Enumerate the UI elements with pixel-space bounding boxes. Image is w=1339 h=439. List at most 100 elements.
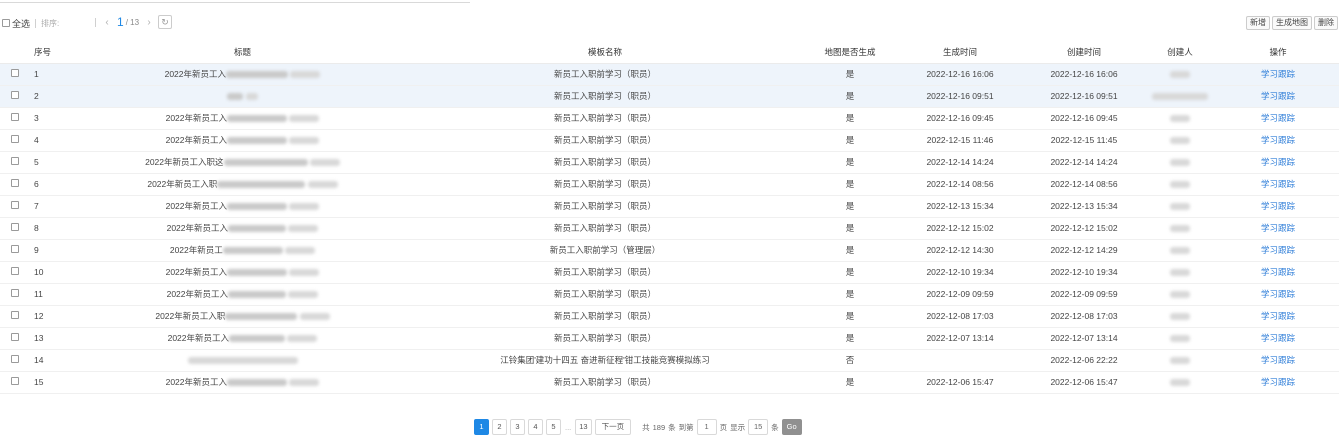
study-tracking-link[interactable]: 学习跟踪 [1217,85,1339,108]
next-page-icon[interactable]: › [143,17,155,28]
row-map-generated: 是 [805,195,895,218]
study-tracking-link[interactable]: 学习跟踪 [1217,327,1339,350]
row-checkbox[interactable] [11,113,19,121]
row-number: 7 [30,195,80,218]
goto-page-input[interactable]: 1 [696,419,717,435]
row-title-cell[interactable]: 2022年新员工入 [80,283,405,306]
study-tracking-link[interactable]: 学习跟踪 [1217,195,1339,218]
page-size-input[interactable]: 15 [748,419,769,435]
row-checkbox[interactable] [11,267,19,275]
row-title-cell[interactable]: 2022年新员工入 [80,107,405,130]
page-last-button[interactable]: 13 [575,419,592,435]
table-row[interactable]: 14 江铃集团'建功十四五 奋进新征程'钳工技能竞赛模拟练习否 2022-12-06… [0,349,1339,372]
table-row[interactable]: 8 2022年新员工入 新员工入职前学习（职员）是 2022-12-12 15:02… [0,217,1339,240]
table-body: 1 2022年新员工入 新员工入职前学习（职员）是 2022-12-16 16:06… [0,63,1339,394]
page-1-button[interactable]: 1 [474,419,489,435]
study-tracking-link[interactable]: 学习跟踪 [1217,173,1339,196]
row-checkbox[interactable] [11,179,19,187]
page-2-button[interactable]: 2 [492,419,507,435]
redacted-text [187,357,298,365]
row-title-cell[interactable]: 2022年新员工入 [80,129,405,152]
refresh-icon[interactable]: ↻ [158,15,173,29]
row-title-cell[interactable]: 2022年新员工入 [80,195,405,218]
row-template: 新员工入职前学习（职员） [405,261,805,284]
row-checkbox[interactable] [11,91,19,99]
row-number: 9 [30,239,80,262]
row-create-time: 2022-12-16 16:06 [1025,63,1143,86]
row-title-cell[interactable]: 2022年新员工入 [80,261,405,284]
row-create-time: 2022-12-06 22:22 [1025,349,1143,372]
row-checkbox[interactable] [11,289,19,297]
go-button[interactable]: Go [781,419,802,435]
prev-page-icon[interactable]: ‹ [101,17,113,28]
page-5-button[interactable]: 5 [546,419,561,435]
table-row[interactable]: 15 2022年新员工入 新员工入职前学习（职员）是 2022-12-06 15:4… [0,371,1339,394]
select-all-checkbox[interactable]: 全选 [2,17,30,30]
row-checkbox[interactable] [11,333,19,341]
row-checkbox[interactable] [11,223,19,231]
study-tracking-link[interactable]: 学习跟踪 [1217,151,1339,174]
row-template: 新员工入职前学习（职员） [405,85,805,108]
sort-label[interactable]: 排序: [41,18,59,29]
page-4-button[interactable]: 4 [528,419,543,435]
study-tracking-link[interactable]: 学习跟踪 [1217,305,1339,328]
row-checkbox[interactable] [11,355,19,363]
row-checkbox[interactable] [11,157,19,165]
study-tracking-link[interactable]: 学习跟踪 [1217,349,1339,372]
row-title-cell[interactable]: 2022年新员工入 [80,217,405,240]
table-row[interactable]: 11 2022年新员工入 新员工入职前学习（职员）是 2022-12-09 09:5… [0,283,1339,306]
table-row[interactable]: 5 2022年新员工入职这 新员工入职前学习（职员）是 2022-12-14 14:… [0,151,1339,174]
table-row[interactable]: 3 2022年新员工入 新员工入职前学习（职员）是 2022-12-16 09:45… [0,107,1339,130]
add-button[interactable]: 新增 [1246,16,1270,30]
study-tracking-link[interactable]: 学习跟踪 [1217,107,1339,130]
row-template: 新员工入职前学习（职员） [405,63,805,86]
row-map-generated: 是 [805,305,895,328]
study-tracking-link[interactable]: 学习跟踪 [1217,239,1339,262]
row-title-cell[interactable]: 2022年新员工入 [80,63,405,86]
row-create-time: 2022-12-09 09:59 [1025,283,1143,306]
row-creator [1143,85,1217,108]
row-title-cell[interactable]: 2022年新员工入 [80,371,405,394]
table-row[interactable]: 12 2022年新员工入职 新员工入职前学习（职员）是 2022-12-08 17:… [0,305,1339,328]
study-tracking-link[interactable]: 学习跟踪 [1217,217,1339,240]
study-tracking-link[interactable]: 学习跟踪 [1217,129,1339,152]
delete-button[interactable]: 删除 [1314,16,1338,30]
row-title-cell[interactable] [80,349,405,372]
row-checkbox[interactable] [11,201,19,209]
next-page-button[interactable]: 下一页 [594,419,632,435]
row-checkbox[interactable] [11,69,19,77]
study-tracking-link[interactable]: 学习跟踪 [1217,261,1339,284]
row-number: 12 [30,305,80,328]
row-checkbox[interactable] [11,245,19,253]
row-title-cell[interactable] [80,85,405,108]
study-tracking-link[interactable]: 学习跟踪 [1217,283,1339,306]
row-checkbox[interactable] [11,377,19,385]
page-3-button[interactable]: 3 [510,419,525,435]
study-tracking-link[interactable]: 学习跟踪 [1217,371,1339,394]
row-checkbox[interactable] [11,311,19,319]
table-row[interactable]: 4 2022年新员工入 新员工入职前学习（职员）是 2022-12-15 11:46… [0,129,1339,152]
table-row[interactable]: 7 2022年新员工入 新员工入职前学习（职员）是 2022-12-13 15:34… [0,195,1339,218]
table-row[interactable]: 13 2022年新员工入 新员工入职前学习（职员）是 2022-12-07 13:1… [0,327,1339,350]
table-row[interactable]: 1 2022年新员工入 新员工入职前学习（职员）是 2022-12-16 16:06… [0,63,1339,86]
row-title-cell[interactable]: 2022年新员工入职 [80,305,405,328]
checkbox-box[interactable] [2,19,10,27]
row-generate-time: 2022-12-14 08:56 [895,173,1025,196]
row-generate-time: 2022-12-16 16:06 [895,63,1025,86]
generate-map-button[interactable]: 生成地图 [1272,16,1312,30]
row-map-generated: 是 [805,217,895,240]
row-title-cell[interactable]: 2022年新员工入职这 [80,151,405,174]
row-checkbox[interactable] [11,135,19,143]
row-title-cell[interactable]: 2022年新员工入 [80,327,405,350]
row-checkbox-cell [0,173,30,196]
row-generate-time: 2022-12-10 19:34 [895,261,1025,284]
table-row[interactable]: 9 2022年新员工 新员工入职前学习（管理层）是 2022-12-12 14:30… [0,239,1339,262]
row-title-cell[interactable]: 2022年新员工入职 [80,173,405,196]
row-title-cell[interactable]: 2022年新员工 [80,239,405,262]
table-row[interactable]: 6 2022年新员工入职 新员工入职前学习（职员）是 2022-12-14 08:5… [0,173,1339,196]
table-row[interactable]: 2 新员工入职前学习（职员）是 2022-12-16 09:51 2022-12-1… [0,85,1339,108]
select-all-label: 全选 [12,18,31,29]
table-row[interactable]: 10 2022年新员工入 新员工入职前学习（职员）是 2022-12-10 19:3… [0,261,1339,284]
row-checkbox-cell [0,107,30,130]
study-tracking-link[interactable]: 学习跟踪 [1217,63,1339,86]
